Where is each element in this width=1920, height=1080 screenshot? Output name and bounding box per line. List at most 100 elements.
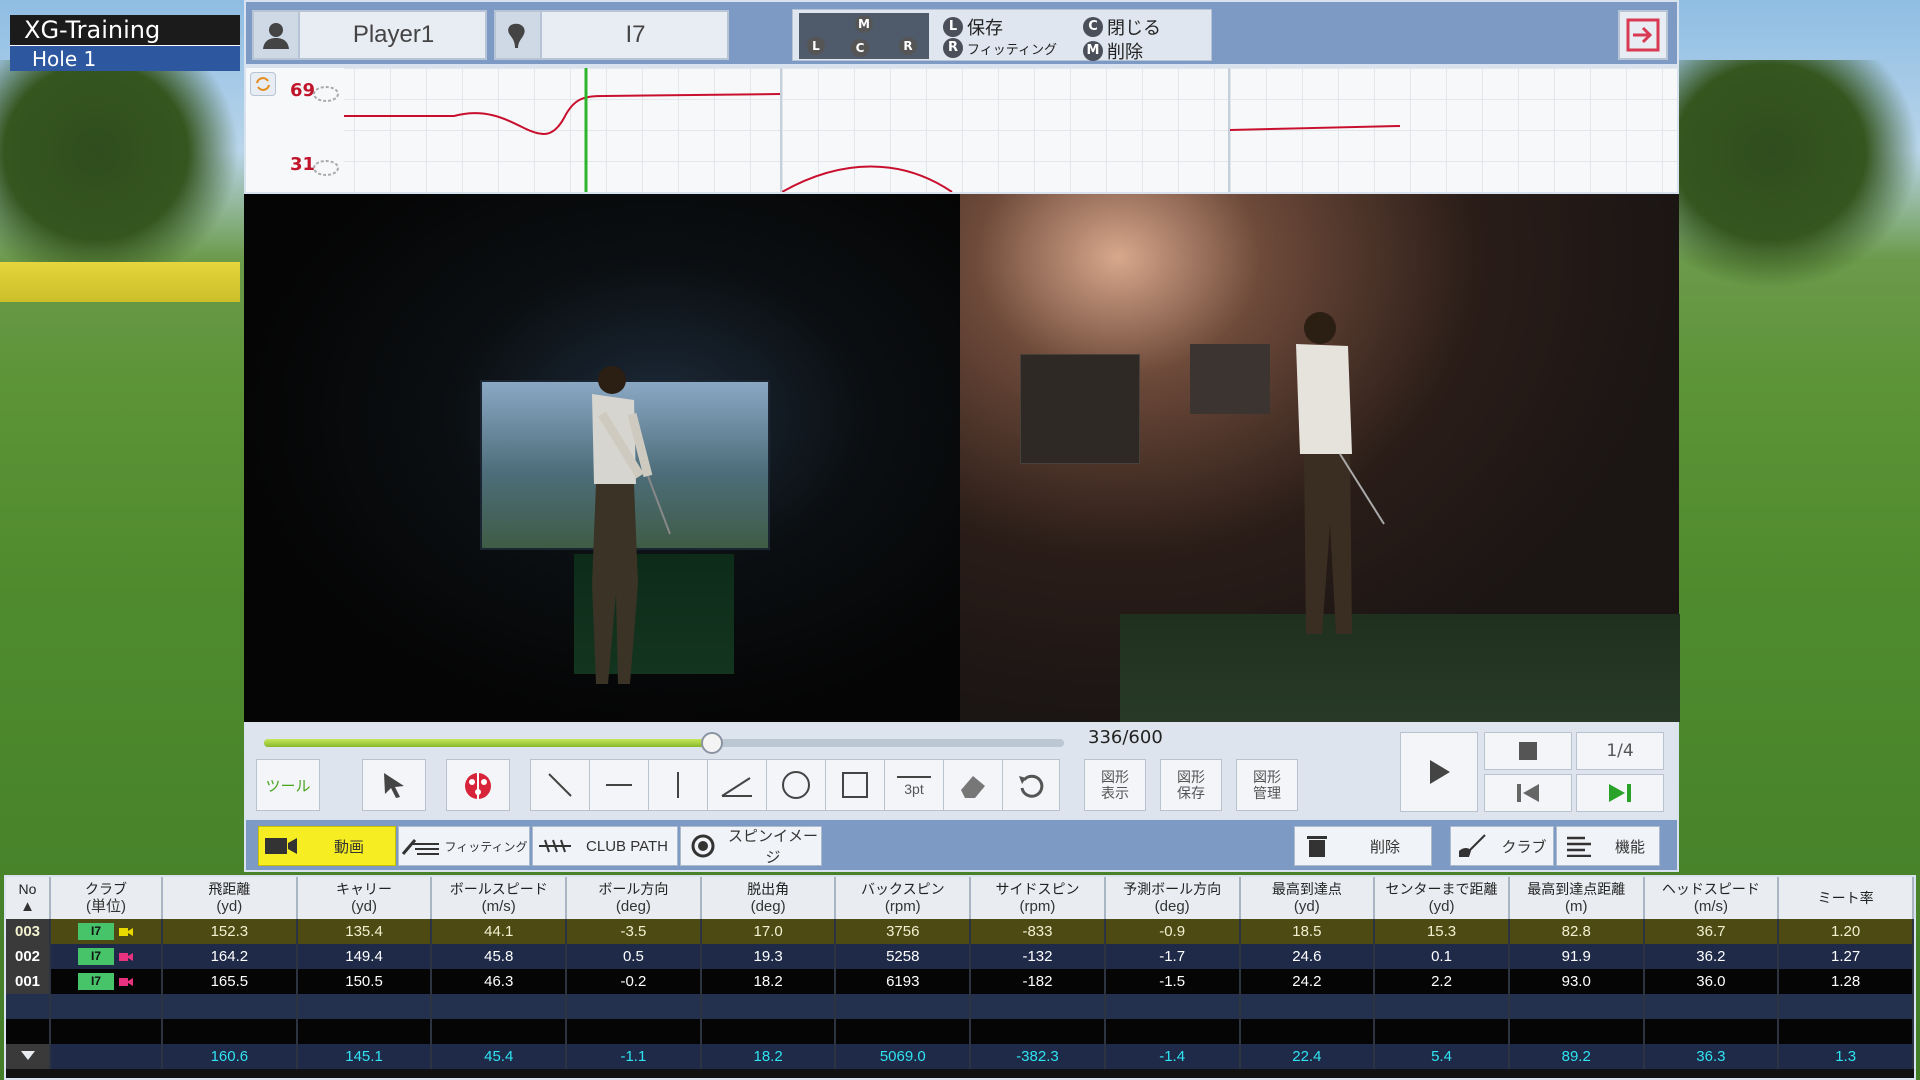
club-tag: I7 <box>78 973 114 991</box>
column-header[interactable]: バックスピン (rpm) <box>835 877 972 919</box>
trees-right <box>1670 60 1920 290</box>
column-unit: (yd) <box>351 898 377 915</box>
column-header[interactable]: ボールスピード (m/s) <box>431 877 568 919</box>
column-header[interactable]: センターまで距離 (yd) <box>1374 877 1510 919</box>
wall-poster <box>1190 344 1270 414</box>
average-cell: 89.2 <box>1508 1044 1645 1069</box>
video-area[interactable] <box>244 194 1680 722</box>
eraser-tool[interactable] <box>943 759 1003 811</box>
video-mode-button[interactable]: 動画 <box>258 826 396 866</box>
club-path-icon <box>533 836 577 856</box>
table-cell: 152.3 <box>162 919 298 944</box>
column-unit: (deg) <box>615 898 651 915</box>
table-cell: 36.0 <box>1643 969 1780 994</box>
column-header[interactable]: 脱出角 (deg) <box>700 877 837 919</box>
side-camera-view[interactable] <box>960 194 1680 722</box>
column-header[interactable]: 最高到達点 (yd) <box>1239 877 1376 919</box>
column-unit: (deg) <box>750 898 786 915</box>
expand-button[interactable] <box>6 1044 51 1069</box>
stop-button[interactable] <box>1484 732 1572 770</box>
spin-icon <box>681 833 725 859</box>
clubpath-mode-button[interactable]: CLUB PATH <box>532 826 678 866</box>
column-header[interactable]: キャリー (yd) <box>296 877 433 919</box>
table-cell: 82.8 <box>1508 919 1645 944</box>
tool-button[interactable]: ツール <box>256 759 320 811</box>
table-cell: 36.7 <box>1643 919 1780 944</box>
column-header[interactable]: ボール方向 (deg) <box>566 877 702 919</box>
column-header[interactable]: 最高到達点距離 (m) <box>1508 877 1645 919</box>
video-camera-icon[interactable] <box>118 924 134 940</box>
fitting-mode-button[interactable]: フィッティング <box>398 826 530 866</box>
play-button[interactable] <box>1400 732 1478 812</box>
average-cell: -1.1 <box>566 1044 702 1069</box>
delete-button[interactable]: 削除 <box>1294 826 1432 866</box>
undo-icon <box>1019 774 1044 798</box>
table-row[interactable]: 002 I7 164.2 149.4 45.8 0.5 19.3 5258 -132 -1.7 24… <box>6 944 1914 969</box>
circle-icon <box>782 771 810 799</box>
table-row[interactable]: 001 I7 165.5 150.5 46.3 -0.2 18.2 6193 -182 -1.5 2… <box>6 969 1914 994</box>
video-camera-icon[interactable] <box>118 949 134 965</box>
refresh-button[interactable] <box>250 72 276 96</box>
next-frame-button[interactable] <box>1576 774 1664 812</box>
line-vertical-tool[interactable] <box>648 759 708 811</box>
player-selector[interactable]: Player1 <box>252 10 487 60</box>
timeline-handle[interactable] <box>701 732 723 754</box>
timeline-slider[interactable] <box>264 732 1064 754</box>
column-header[interactable]: 予測ボール方向 (deg) <box>1104 877 1241 919</box>
pointer-tool-button[interactable] <box>362 759 426 811</box>
column-title: No <box>18 881 37 897</box>
legend-item-delete: M 削除 <box>1083 38 1143 64</box>
sort-column-header[interactable]: No ▲ <box>6 877 51 919</box>
shot-number: 002 <box>6 944 51 969</box>
average-cell: 5.4 <box>1374 1044 1510 1069</box>
front-camera-view[interactable] <box>244 194 960 722</box>
club-button[interactable]: クラブ <box>1450 826 1554 866</box>
average-cell: 145.1 <box>296 1044 433 1069</box>
video-camera-icon[interactable] <box>118 974 134 990</box>
column-title: バックスピン <box>860 881 945 897</box>
video-camera-icon <box>259 835 303 857</box>
angle-tool[interactable] <box>707 759 767 811</box>
club-head-icon <box>496 12 542 58</box>
table-cell: -833 <box>970 919 1106 944</box>
line-thickness-tool[interactable]: 3pt <box>884 759 944 811</box>
undo-tool[interactable] <box>1002 759 1060 811</box>
table-row[interactable]: 003 I7 152.3 135.4 44.1 -3.5 17.0 3756 -833 -0.9 1… <box>6 919 1914 944</box>
column-header[interactable]: サイドスピン (rpm) <box>970 877 1106 919</box>
column-title: ヘッドスピード <box>1661 881 1760 897</box>
table-cell: 91.9 <box>1508 944 1645 969</box>
club-selector[interactable]: I7 <box>494 10 729 60</box>
shape-save-button[interactable]: 図形 保存 <box>1160 759 1222 811</box>
line-diagonal-tool[interactable] <box>530 759 590 811</box>
record-tool-button[interactable] <box>446 759 510 811</box>
circle-tool[interactable] <box>766 759 826 811</box>
column-unit: (yd) <box>216 898 243 915</box>
line-horizontal-tool[interactable] <box>589 759 649 811</box>
table-cell: 36.2 <box>1643 944 1780 969</box>
table-cell: -3.5 <box>566 919 702 944</box>
foot-balance-indicator: 69 31 <box>246 68 344 192</box>
transport-panel: 1/4 <box>1400 732 1670 812</box>
column-header[interactable]: 飛距離 (yd) <box>162 877 298 919</box>
column-header[interactable]: クラブ (単位) <box>50 877 163 919</box>
column-header[interactable]: ヘッドスピード (m/s) <box>1643 877 1780 919</box>
function-button[interactable]: 機能 <box>1556 826 1660 866</box>
table-cell: 3756 <box>835 919 972 944</box>
column-header[interactable]: ミート率 <box>1778 877 1914 919</box>
table-cell: 150.5 <box>296 969 433 994</box>
column-unit: (deg) <box>1154 898 1190 915</box>
club-label: クラブ <box>1501 838 1547 856</box>
shape-manage-button[interactable]: 図形 管理 <box>1236 759 1298 811</box>
rectangle-tool[interactable] <box>825 759 885 811</box>
exit-button[interactable] <box>1618 10 1668 60</box>
fitting-mode-label: フィッティング <box>444 839 528 854</box>
speed-button[interactable]: 1/4 <box>1576 732 1664 770</box>
column-title: 最高到達点 <box>1271 881 1342 897</box>
column-title: キャリー <box>336 881 393 897</box>
graph-panel-right <box>1229 68 1677 192</box>
spin-image-mode-button[interactable]: スピンイメージ <box>680 826 822 866</box>
shape-show-button[interactable]: 図形 表示 <box>1084 759 1146 811</box>
play-icon <box>1430 760 1450 784</box>
previous-frame-button[interactable] <box>1484 774 1572 812</box>
average-cell: -382.3 <box>970 1044 1106 1069</box>
